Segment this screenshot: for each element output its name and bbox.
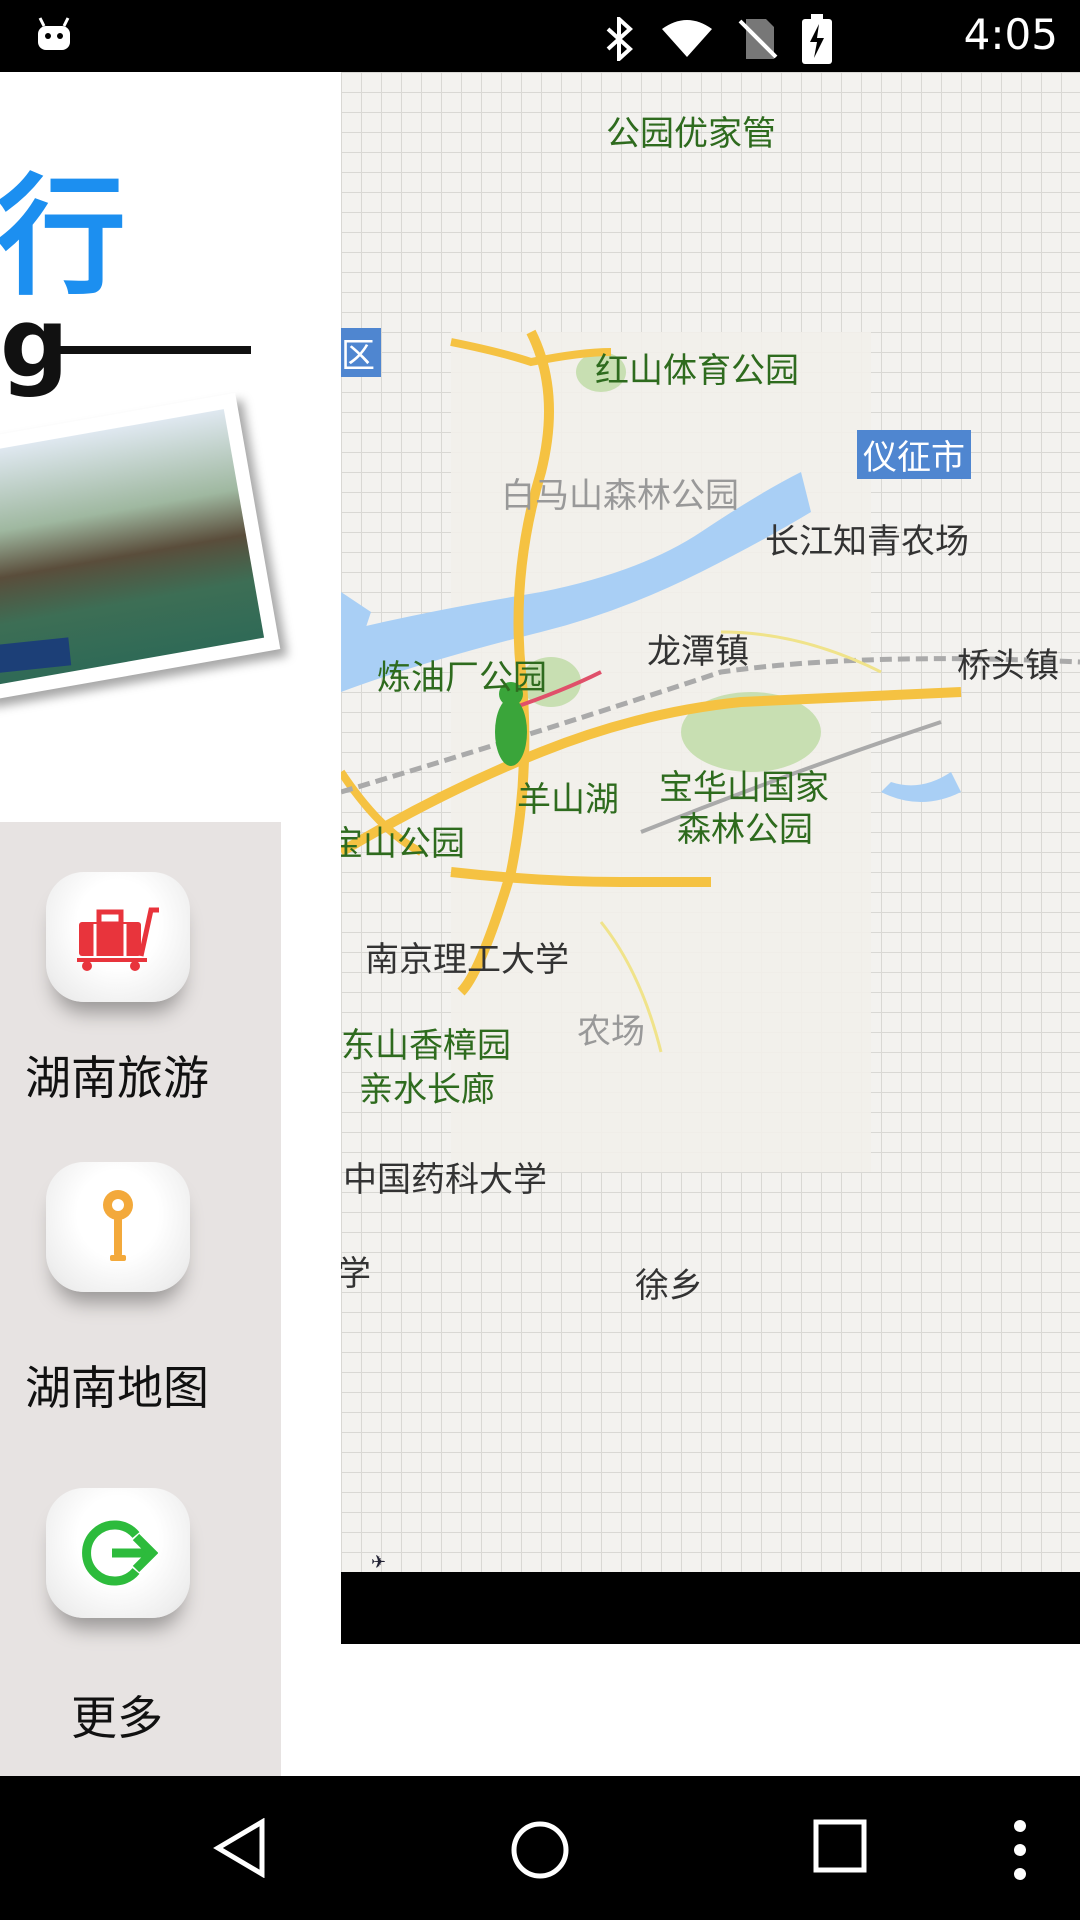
map-label: 农场 <box>577 1012 645 1052</box>
menu-item-more[interactable]: 更多 <box>0 1482 281 1752</box>
wifi-icon <box>662 20 712 57</box>
map-label: 炼油厂公园 <box>377 658 547 698</box>
overflow-menu-button[interactable] <box>1006 1818 1034 1882</box>
map-view[interactable]: ✈ 公园优家管 红山体育公园 仪征市 白马山森林公园 长江知青农场 龙潭镇 炼油… <box>341 72 1080 1572</box>
svg-text:✈: ✈ <box>371 1552 386 1572</box>
recents-button[interactable] <box>812 1818 868 1874</box>
bluetooth-icon <box>606 17 633 61</box>
map-label: 南京理工大学 <box>365 940 569 980</box>
status-time: 4:05 <box>963 10 1058 59</box>
map-label: 东山香樟园 <box>341 1026 511 1066</box>
more-button[interactable] <box>46 1488 190 1618</box>
map-label: 白马山森林公园 <box>501 476 739 516</box>
exit-arrow-icon <box>82 1520 158 1586</box>
header-banner: 行 g <box>0 72 341 822</box>
map-label: 红山体育公园 <box>595 351 799 391</box>
map-label: 亲水长廊 <box>359 1070 495 1110</box>
back-button[interactable] <box>210 1818 270 1878</box>
menu-label-map: 湖南地图 <box>25 1361 209 1415</box>
map-label: 公园优家管 <box>606 114 776 154</box>
map-label: 徐乡 <box>635 1266 703 1306</box>
map-pin-icon <box>103 1190 133 1261</box>
banner-subtitle: g <box>0 287 69 399</box>
map-label: 区 <box>341 328 381 377</box>
map-label: 宝山公园 <box>341 824 465 864</box>
no-sim-icon <box>738 19 778 59</box>
map-label: 学 <box>341 1254 371 1294</box>
home-button[interactable] <box>508 1818 572 1882</box>
map-label: 中国药科大学 <box>343 1160 547 1200</box>
map-label: 桥头镇 <box>957 646 1059 686</box>
menu-item-travel[interactable]: 湖南旅游 <box>0 852 281 1112</box>
status-bar: 4:05 <box>0 0 1080 72</box>
banner-divider <box>58 346 251 354</box>
navigation-bar <box>0 1776 1080 1920</box>
menu-item-map[interactable]: 湖南地图 <box>0 1162 281 1422</box>
map-bottom-bar <box>341 1572 1080 1644</box>
menu-label-more: 更多 <box>71 1691 163 1745</box>
map-label: 长江知青农场 <box>765 522 969 562</box>
battery-charging-icon <box>802 14 832 64</box>
map-label: 龙潭镇 <box>647 632 749 672</box>
map-label: 仪征市 <box>857 430 971 479</box>
side-menu: 湖南旅游 湖南地图 更多 <box>0 822 281 1776</box>
map-label: 森林公园 <box>677 810 813 850</box>
menu-label-travel: 湖南旅游 <box>25 1051 209 1105</box>
travel-button[interactable] <box>46 872 190 1002</box>
luggage-icon <box>77 907 159 971</box>
android-icon <box>38 17 70 50</box>
map-button[interactable] <box>46 1162 190 1292</box>
map-label: 羊山湖 <box>517 780 619 820</box>
